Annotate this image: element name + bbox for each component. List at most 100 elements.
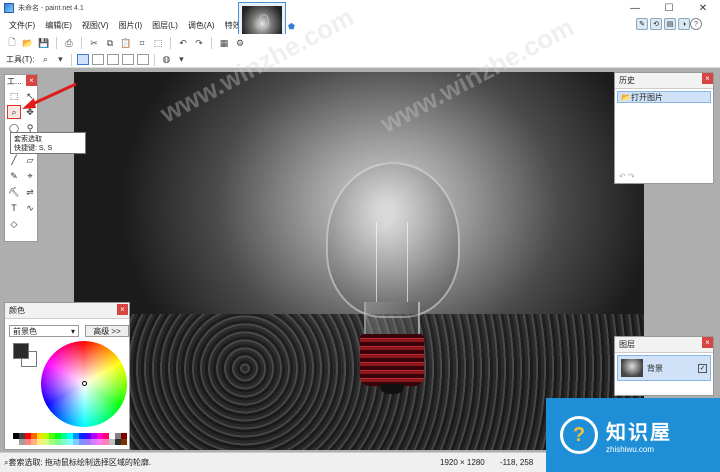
colors-panel: 颜色 × 前景色 ▾ 高级 >> xyxy=(4,302,130,450)
grid-icon[interactable]: ▦ xyxy=(218,37,230,49)
eraser-icon[interactable]: ▱ xyxy=(23,153,37,167)
brand-logo-icon: ? xyxy=(560,416,598,454)
primary-color-swatch[interactable] xyxy=(13,343,29,359)
text-icon[interactable]: T xyxy=(7,201,21,215)
selection-mode-exclude[interactable] xyxy=(107,54,120,65)
cursor-position-readout: -118, 258 xyxy=(500,458,534,467)
deselect-icon[interactable]: ⬚ xyxy=(152,37,164,49)
dropdown-arrow-icon[interactable]: ▾ xyxy=(175,54,187,66)
print-icon[interactable]: ⎙ xyxy=(63,37,75,49)
menu-image[interactable]: 图片(I) xyxy=(114,20,148,31)
menu-layers[interactable]: 图层(L) xyxy=(147,20,183,31)
new-icon[interactable]: 🗋 xyxy=(6,37,18,49)
save-icon[interactable]: 💾 xyxy=(38,37,50,49)
selection-mode-union[interactable] xyxy=(92,54,105,65)
layer-name: 背景 xyxy=(647,363,663,373)
paint-net-icon xyxy=(4,3,14,13)
selection-mode-intersect[interactable] xyxy=(122,54,135,65)
chevron-down-icon: ▾ xyxy=(70,326,75,336)
paintbrush-icon[interactable]: ╱ xyxy=(7,153,21,167)
antialias-icon[interactable]: ◍ xyxy=(160,54,172,66)
brand-url: zhishiwu.com xyxy=(606,445,655,454)
annotation-arrow xyxy=(22,82,77,109)
cut-icon[interactable]: ✂ xyxy=(88,37,100,49)
tool-tooltip: 套索选取 快捷键: S, S xyxy=(10,132,86,154)
separator xyxy=(170,37,171,49)
history-item[interactable]: 📂 打开图片 xyxy=(617,91,711,103)
selection-mode-invert[interactable] xyxy=(137,54,150,65)
close-button[interactable]: ✕ xyxy=(686,0,720,16)
undo-icon[interactable]: ↶ xyxy=(619,172,626,181)
lightbulb-filament xyxy=(376,222,408,302)
menu-edit[interactable]: 编辑(E) xyxy=(40,20,77,31)
maximize-button[interactable]: ☐ xyxy=(652,0,686,16)
close-icon[interactable]: × xyxy=(702,73,713,84)
minimize-button[interactable]: — xyxy=(618,0,652,16)
history-panel: 历史 × 📂 打开图片 ↶ ↷ xyxy=(614,72,714,184)
history-title: 历史 xyxy=(615,73,713,89)
open-image-icon: 📂 xyxy=(621,92,631,102)
selection-mode-replace[interactable] xyxy=(77,54,90,65)
close-icon[interactable]: × xyxy=(117,304,128,315)
colors-toggle-icon[interactable]: ◑ xyxy=(678,18,690,30)
separator xyxy=(56,37,57,49)
tooltip-title: 套索选取 xyxy=(14,136,42,143)
brand-text: 知识屋 zhishiwu.com xyxy=(606,416,672,454)
lasso-tool-icon[interactable]: ⌕ xyxy=(39,54,51,66)
layers-toggle-icon[interactable]: ▤ xyxy=(664,18,676,30)
lightbulb-base xyxy=(360,334,424,386)
rectangle-select-icon[interactable]: ⬚ xyxy=(7,89,21,103)
crop-icon[interactable]: ⌗ xyxy=(136,37,148,49)
color-target-select[interactable]: 前景色 ▾ xyxy=(9,325,79,337)
main-toolbar: 🗋 📂 💾 ⎙ ✂ ⧉ 📋 ⌗ ⬚ ↶ ↷ ▦ ⚙ xyxy=(0,34,720,52)
undo-icon[interactable]: ↶ xyxy=(177,37,189,49)
close-icon[interactable]: × xyxy=(702,337,713,348)
separator xyxy=(154,53,156,66)
panel-toggle-icons: ✎ ⟲ ▤ ◑ xyxy=(636,18,690,30)
separator xyxy=(211,37,212,49)
tooltip-shortcut: 快捷键: S, S xyxy=(14,145,53,152)
lasso-select-icon[interactable]: ⌕ xyxy=(7,105,21,119)
paste-icon[interactable]: 📋 xyxy=(120,37,132,49)
image-canvas[interactable] xyxy=(74,72,644,450)
colors-title: 颜色 xyxy=(5,303,129,319)
redo-icon[interactable]: ↷ xyxy=(193,37,205,49)
dropdown-arrow-icon[interactable]: ▾ xyxy=(54,54,66,66)
layer-thumbnail xyxy=(621,359,643,377)
settings-icon[interactable]: ⚙ xyxy=(234,37,246,49)
color-picker-icon[interactable]: ⌖ xyxy=(23,169,37,183)
menu-view[interactable]: 视图(V) xyxy=(77,20,114,31)
window-controls: — ☐ ✕ xyxy=(618,0,720,16)
site-brand-overlay: ? 知识屋 zhishiwu.com xyxy=(546,398,720,472)
redo-icon[interactable]: ↷ xyxy=(628,172,635,181)
clone-stamp-icon[interactable]: ⛏ xyxy=(7,185,21,199)
menu-bar: 文件(F) 编辑(E) 视图(V) 图片(I) 图层(L) 调色(A) 特效(C… xyxy=(0,16,720,34)
open-icon[interactable]: 📂 xyxy=(22,37,34,49)
title-bar: 未命名 - paint.net 4.1 — ☐ ✕ xyxy=(0,0,720,16)
layers-panel: 图层 × 背景 ✓ xyxy=(614,336,714,396)
advanced-button[interactable]: 高级 >> xyxy=(85,325,129,337)
separator xyxy=(81,37,82,49)
lightbulb-tip xyxy=(380,384,404,394)
history-controls: ↶ ↷ xyxy=(619,172,635,181)
copy-icon[interactable]: ⧉ xyxy=(104,37,116,49)
tools-label: 工具(T): xyxy=(6,55,35,64)
menu-adjustments[interactable]: 调色(A) xyxy=(183,20,220,31)
color-palette[interactable] xyxy=(13,433,127,445)
history-item-label: 打开图片 xyxy=(630,92,663,102)
history-toggle-icon[interactable]: ⟲ xyxy=(650,18,662,30)
layer-row[interactable]: 背景 ✓ xyxy=(617,355,711,381)
shapes-icon[interactable]: ◇ xyxy=(7,217,21,231)
line-curve-icon[interactable]: ∿ xyxy=(23,201,37,215)
separator xyxy=(71,53,73,66)
layers-title: 图层 xyxy=(615,337,713,353)
status-hint: 套索选取: 拖动鼠标绘制选择区域的轮廓. xyxy=(8,458,152,467)
tools-toggle-icon[interactable]: ✎ xyxy=(636,18,648,30)
recolor-icon[interactable]: ⇌ xyxy=(23,185,37,199)
pencil-icon[interactable]: ✎ xyxy=(7,169,21,183)
menu-file[interactable]: 文件(F) xyxy=(4,20,40,31)
help-icon[interactable]: ? xyxy=(690,18,702,30)
color-target-value: 前景色 xyxy=(13,326,37,336)
color-wheel-cursor[interactable] xyxy=(82,381,87,386)
layer-visibility-checkbox[interactable]: ✓ xyxy=(698,363,707,373)
